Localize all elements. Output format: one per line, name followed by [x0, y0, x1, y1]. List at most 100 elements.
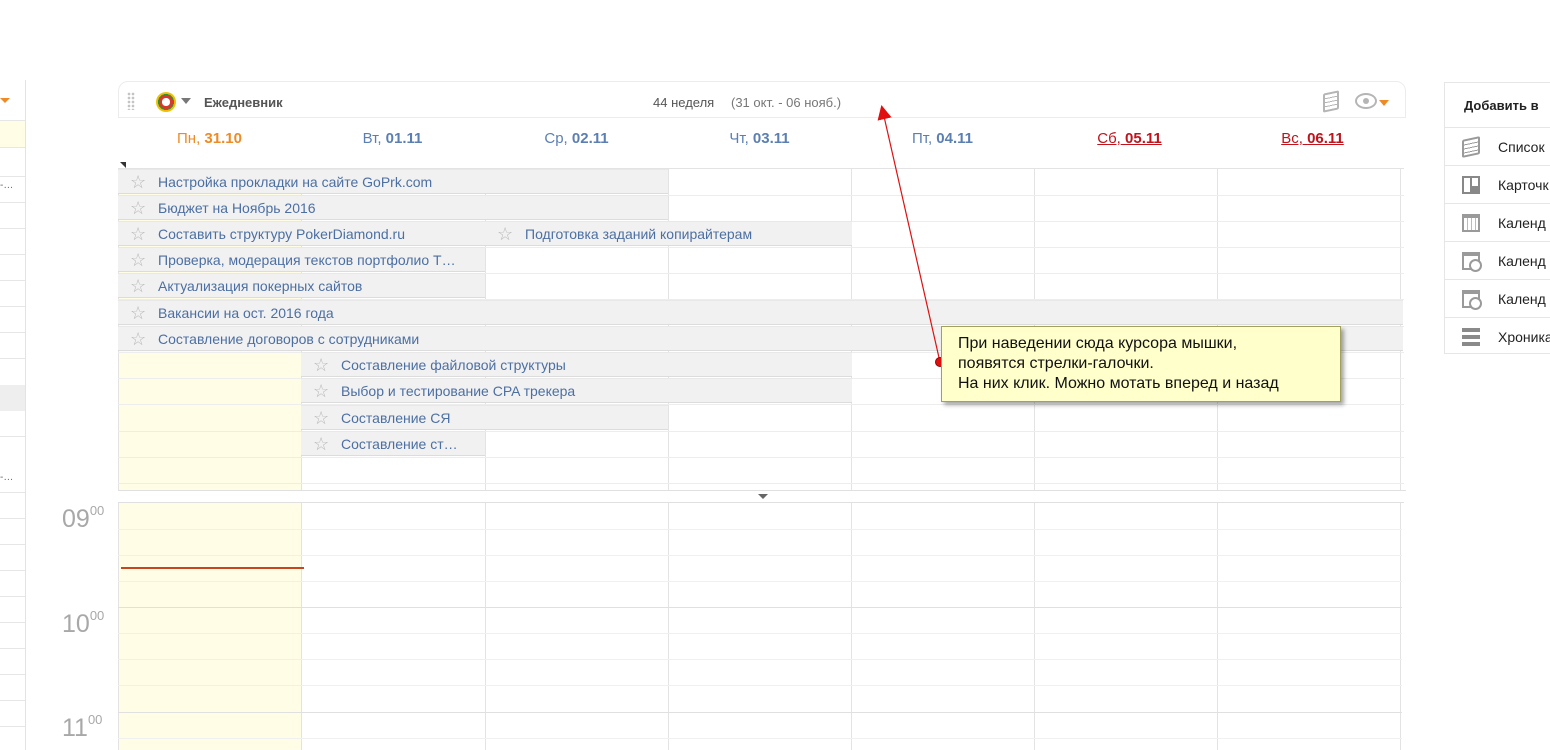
day-header-mon[interactable]: Пн, 31.10 — [118, 130, 301, 147]
divider — [0, 700, 25, 701]
task-bar[interactable]: ☆ Составление ст… — [301, 431, 485, 456]
chevron-down-icon[interactable] — [0, 98, 10, 103]
star-icon[interactable]: ☆ — [130, 329, 146, 349]
day-header-fri[interactable]: Пт, 04.11 — [851, 130, 1034, 147]
add-timeline-item[interactable]: Хроника — [1445, 317, 1550, 353]
divider — [118, 685, 1402, 686]
task-bar[interactable]: ☆ Составление файловой структуры — [301, 352, 852, 377]
divider — [118, 490, 1406, 491]
add-list-item[interactable]: Список — [1445, 127, 1550, 165]
chevron-down-icon[interactable] — [758, 494, 768, 499]
divider — [0, 358, 25, 359]
divider — [0, 674, 25, 675]
star-icon[interactable]: ☆ — [130, 276, 146, 296]
hour-label-11: 1100 — [62, 712, 103, 742]
week-date-range: (31 окт. - 06 нояб.) — [731, 95, 842, 110]
task-title: Вакансии на ост. 2016 года — [158, 305, 334, 321]
task-bar[interactable]: ☆ Выбор и тестирование CPA трекера — [301, 378, 852, 403]
divider — [118, 457, 1404, 458]
divider — [118, 633, 1402, 634]
drag-handle-icon[interactable] — [127, 92, 135, 110]
task-bar[interactable]: ☆ Подготовка заданий копирайтерам — [485, 221, 852, 246]
divider — [118, 581, 1402, 582]
star-icon[interactable]: ☆ — [130, 172, 146, 192]
star-icon[interactable]: ☆ — [130, 250, 146, 270]
divider — [0, 570, 25, 571]
divider — [118, 607, 1402, 608]
divider — [0, 306, 25, 307]
divider — [0, 202, 25, 203]
day-header-thu[interactable]: Чт, 03.11 — [668, 130, 851, 147]
star-icon[interactable]: ☆ — [313, 434, 329, 454]
panel-title: Добавить в — [1464, 98, 1539, 113]
divider — [118, 555, 1402, 556]
task-title: Настройка прокладки на сайте GoPrk.com — [158, 174, 433, 190]
task-bar[interactable]: ☆ Составить структуру PokerDiamond.ru — [118, 221, 485, 246]
day-header-tue[interactable]: Вт, 01.11 — [301, 130, 484, 147]
calendar-clock-icon — [1462, 252, 1482, 272]
divider — [0, 254, 25, 255]
task-bar[interactable]: ☆ Вакансии на ост. 2016 года — [118, 300, 1403, 325]
star-icon[interactable]: ☆ — [130, 198, 146, 218]
divider — [0, 726, 25, 727]
divider — [0, 596, 25, 597]
divider — [0, 518, 25, 519]
star-icon[interactable]: ☆ — [313, 381, 329, 401]
task-bar[interactable]: ☆ Актуализация покерных сайтов — [118, 273, 485, 298]
app-logo-icon[interactable] — [156, 92, 176, 112]
add-calendar-item[interactable]: Календ — [1445, 203, 1550, 241]
task-title: Составление ст… — [341, 436, 458, 452]
list-icon — [1462, 136, 1480, 158]
left-panel-selected-row[interactable] — [0, 385, 25, 411]
item-label: Список — [1498, 139, 1545, 155]
add-cards-item[interactable]: Карточк — [1445, 165, 1550, 203]
add-calendar-item[interactable]: Календ — [1445, 279, 1550, 317]
day-header-wed[interactable]: Ср, 02.11 — [485, 130, 668, 147]
task-title: Составление СЯ — [341, 410, 451, 426]
day-header-sun[interactable]: Вс, 06.11 — [1221, 130, 1404, 147]
item-label: Календ — [1498, 291, 1546, 307]
task-title: Составление файловой структуры — [341, 357, 566, 373]
task-title: Проверка, модерация текстов портфолио Т… — [158, 252, 456, 268]
left-panel: -… -… — [0, 80, 26, 750]
task-title: Подготовка заданий копирайтерам — [525, 226, 753, 242]
chevron-down-icon[interactable] — [181, 98, 191, 104]
chevron-down-icon[interactable] — [1379, 100, 1389, 106]
planner-title: Ежедневник — [204, 95, 283, 110]
time-grid — [118, 502, 1404, 750]
left-panel-truncated-text: -… — [0, 472, 14, 483]
divider — [118, 529, 1402, 530]
add-calendar-item[interactable]: Календ — [1445, 241, 1550, 279]
task-title: Бюджет на Ноябрь 2016 — [158, 200, 316, 216]
star-icon[interactable]: ☆ — [313, 408, 329, 428]
divider — [0, 176, 25, 177]
divider — [0, 544, 25, 545]
divider — [0, 280, 25, 281]
star-icon[interactable]: ☆ — [313, 355, 329, 375]
planner-toolbar: Ежедневник 44 неделя (31 окт. - 06 нояб.… — [118, 81, 1406, 118]
task-bar[interactable]: ☆ Настройка прокладки на сайте GoPrk.com — [118, 169, 668, 194]
task-title: Выбор и тестирование CPA трекера — [341, 383, 576, 399]
item-label: Карточк — [1498, 177, 1549, 193]
day-header-sat[interactable]: Сб, 05.11 — [1038, 130, 1221, 147]
annotation-line: На них клик. Можно мотать вперед и назад — [958, 375, 1279, 392]
star-icon[interactable]: ☆ — [130, 303, 146, 323]
divider — [118, 738, 1402, 739]
calendar-clock-icon — [1462, 290, 1482, 310]
task-title: Составление договоров с сотрудниками — [158, 331, 420, 347]
star-icon[interactable]: ☆ — [130, 224, 146, 244]
task-bar[interactable]: ☆ Проверка, модерация текстов портфолио Т… — [118, 247, 485, 272]
current-time-line — [121, 567, 304, 569]
divider — [0, 436, 25, 437]
task-title: Составить структуру PokerDiamond.ru — [158, 226, 405, 242]
calendar-icon — [1462, 214, 1480, 232]
eye-icon[interactable] — [1355, 93, 1377, 109]
task-bar[interactable]: ☆ Бюджет на Ноябрь 2016 — [118, 195, 668, 220]
divider — [0, 648, 25, 649]
list-view-icon[interactable] — [1323, 90, 1339, 113]
task-title: Актуализация покерных сайтов — [158, 278, 363, 294]
add-to-panel: Добавить в Список Карточк Календ Календ … — [1444, 82, 1550, 354]
star-icon[interactable]: ☆ — [497, 224, 513, 244]
task-bar[interactable]: ☆ Составление СЯ — [301, 405, 668, 430]
item-label: Хроника — [1498, 329, 1550, 345]
